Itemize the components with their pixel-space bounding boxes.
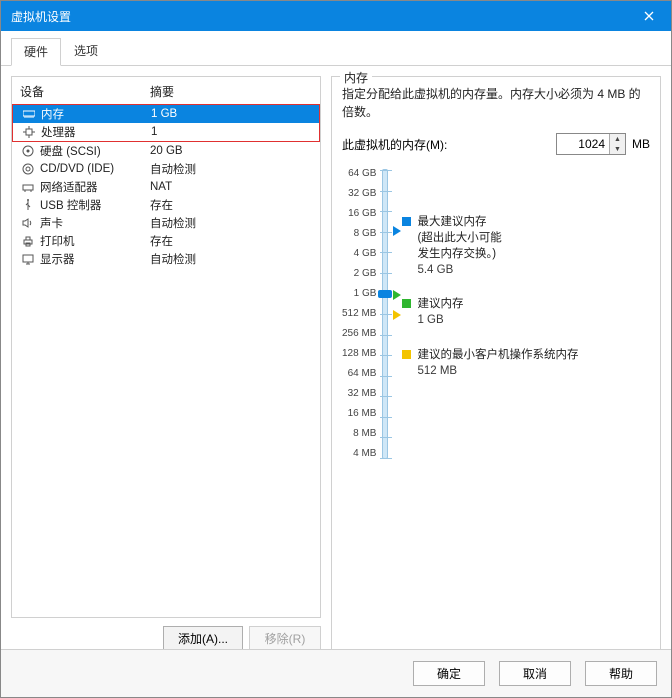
disk-icon (20, 144, 36, 158)
scale-tick-label: 16 GB (342, 209, 376, 219)
help-button[interactable]: 帮助 (585, 661, 657, 686)
device-name: 显示器 (40, 251, 150, 267)
spinner-down-icon[interactable]: ▼ (610, 144, 625, 154)
device-list: 设备 摘要 内存1 GB处理器1硬盘 (SCSI)20 GBCD/DVD (ID… (11, 76, 321, 618)
device-row-cpu[interactable]: 处理器1 (13, 123, 319, 141)
scale-tick-label: 16 MB (342, 409, 376, 419)
legend-rec-l1: 建议内存 (417, 296, 463, 312)
device-summary: 20 GB (150, 145, 312, 157)
group-title: 内存 (340, 69, 372, 86)
scale-tick-label: 128 MB (342, 349, 376, 359)
marker-min (393, 310, 401, 320)
device-row-display[interactable]: 显示器自动检测 (12, 250, 320, 268)
col-device: 设备 (20, 83, 150, 100)
spinner-up-icon[interactable]: ▲ (610, 134, 625, 144)
remove-button[interactable]: 移除(R) (249, 626, 321, 651)
marker-current[interactable] (378, 290, 392, 298)
device-row-net[interactable]: 网络适配器NAT (12, 178, 320, 196)
memory-group: 内存 指定分配给此虚拟机的内存量。内存大小必须为 4 MB 的倍数。 此虚拟机的… (331, 76, 661, 651)
display-icon (20, 252, 36, 266)
scale-tick-label: 32 GB (342, 189, 376, 199)
cancel-button[interactable]: 取消 (499, 661, 571, 686)
device-name: 内存 (41, 106, 151, 122)
legend-square-rec (402, 299, 411, 308)
ok-button[interactable]: 确定 (413, 661, 485, 686)
legend-square-min (402, 350, 411, 359)
device-row-printer[interactable]: 打印机存在 (12, 232, 320, 250)
device-row-disk[interactable]: 硬盘 (SCSI)20 GB (12, 142, 320, 160)
device-summary: 1 (151, 126, 311, 138)
device-summary: NAT (150, 181, 312, 193)
memory-label: 此虚拟机的内存(M): (342, 136, 447, 153)
device-name: 硬盘 (SCSI) (40, 143, 150, 159)
legend-min-l1: 建议的最小客户机操作系统内存 (417, 347, 578, 363)
device-name: 声卡 (40, 215, 150, 231)
device-name: 网络适配器 (40, 179, 150, 195)
scale-tick-label: 4 MB (342, 449, 376, 459)
device-summary: 存在 (150, 233, 312, 249)
scale-tick-label: 8 GB (342, 229, 376, 239)
tabs: 硬件 选项 (1, 31, 671, 66)
legend-max-val: 5.4 GB (417, 262, 501, 278)
net-icon (20, 180, 36, 194)
memory-icon (21, 107, 37, 121)
scale-tick-label: 8 MB (342, 429, 376, 439)
memory-slider[interactable] (382, 169, 388, 459)
cpu-icon (21, 125, 37, 139)
device-name: 打印机 (40, 233, 150, 249)
device-row-memory[interactable]: 内存1 GB (13, 105, 319, 123)
scale-tick-label: 1 GB (342, 289, 376, 299)
marker-rec (393, 290, 401, 300)
scale-tick-label: 512 MB (342, 309, 376, 319)
add-button[interactable]: 添加(A)... (163, 626, 243, 651)
scale-tick-label: 64 GB (342, 169, 376, 179)
col-summary: 摘要 (150, 83, 174, 100)
window-close-button[interactable] (626, 1, 671, 31)
device-name: USB 控制器 (40, 197, 150, 213)
device-row-cd[interactable]: CD/DVD (IDE)自动检测 (12, 160, 320, 178)
device-name: CD/DVD (IDE) (40, 163, 150, 175)
device-row-sound[interactable]: 声卡自动检测 (12, 214, 320, 232)
scale-tick-label: 256 MB (342, 329, 376, 339)
legend-rec-val: 1 GB (417, 312, 463, 328)
legend-square-max (402, 217, 411, 226)
scale-tick-label: 2 GB (342, 269, 376, 279)
memory-spinner[interactable]: ▲ ▼ (556, 133, 626, 155)
scale-tick-label: 32 MB (342, 389, 376, 399)
device-name: 处理器 (41, 124, 151, 140)
legend-min-val: 512 MB (417, 363, 578, 379)
scale-tick-label: 64 MB (342, 369, 376, 379)
memory-unit: MB (632, 137, 650, 151)
memory-description: 指定分配给此虚拟机的内存量。内存大小必须为 4 MB 的倍数。 (342, 85, 650, 121)
legend: 最大建议内存 (超出此大小可能 发生内存交换。) 5.4 GB 建议内存 1 G… (402, 169, 578, 459)
sound-icon (20, 216, 36, 230)
marker-max (393, 226, 401, 236)
tab-hardware[interactable]: 硬件 (11, 38, 61, 66)
printer-icon (20, 234, 36, 248)
legend-max-l2: (超出此大小可能 (417, 230, 501, 246)
usb-icon (20, 198, 36, 212)
tab-options[interactable]: 选项 (61, 37, 111, 65)
memory-input[interactable] (557, 134, 609, 154)
titlebar: 虚拟机设置 (1, 1, 671, 31)
device-row-usb[interactable]: USB 控制器存在 (12, 196, 320, 214)
scale-tick-label: 4 GB (342, 249, 376, 259)
device-summary: 自动检测 (150, 251, 312, 267)
cd-icon (20, 162, 36, 176)
dialog-footer: 确定 取消 帮助 (1, 649, 671, 697)
device-summary: 1 GB (151, 108, 311, 120)
device-summary: 自动检测 (150, 215, 312, 231)
legend-max-l3: 发生内存交换。) (417, 246, 501, 262)
device-summary: 自动检测 (150, 161, 312, 177)
legend-max-l1: 最大建议内存 (417, 214, 501, 230)
scale-labels: 64 GB 32 GB 16 GB 8 GB 4 GB 2 GB 1 GB 512 MB 256… (342, 169, 382, 459)
close-icon (644, 11, 654, 21)
window-title: 虚拟机设置 (11, 8, 71, 25)
device-summary: 存在 (150, 197, 312, 213)
